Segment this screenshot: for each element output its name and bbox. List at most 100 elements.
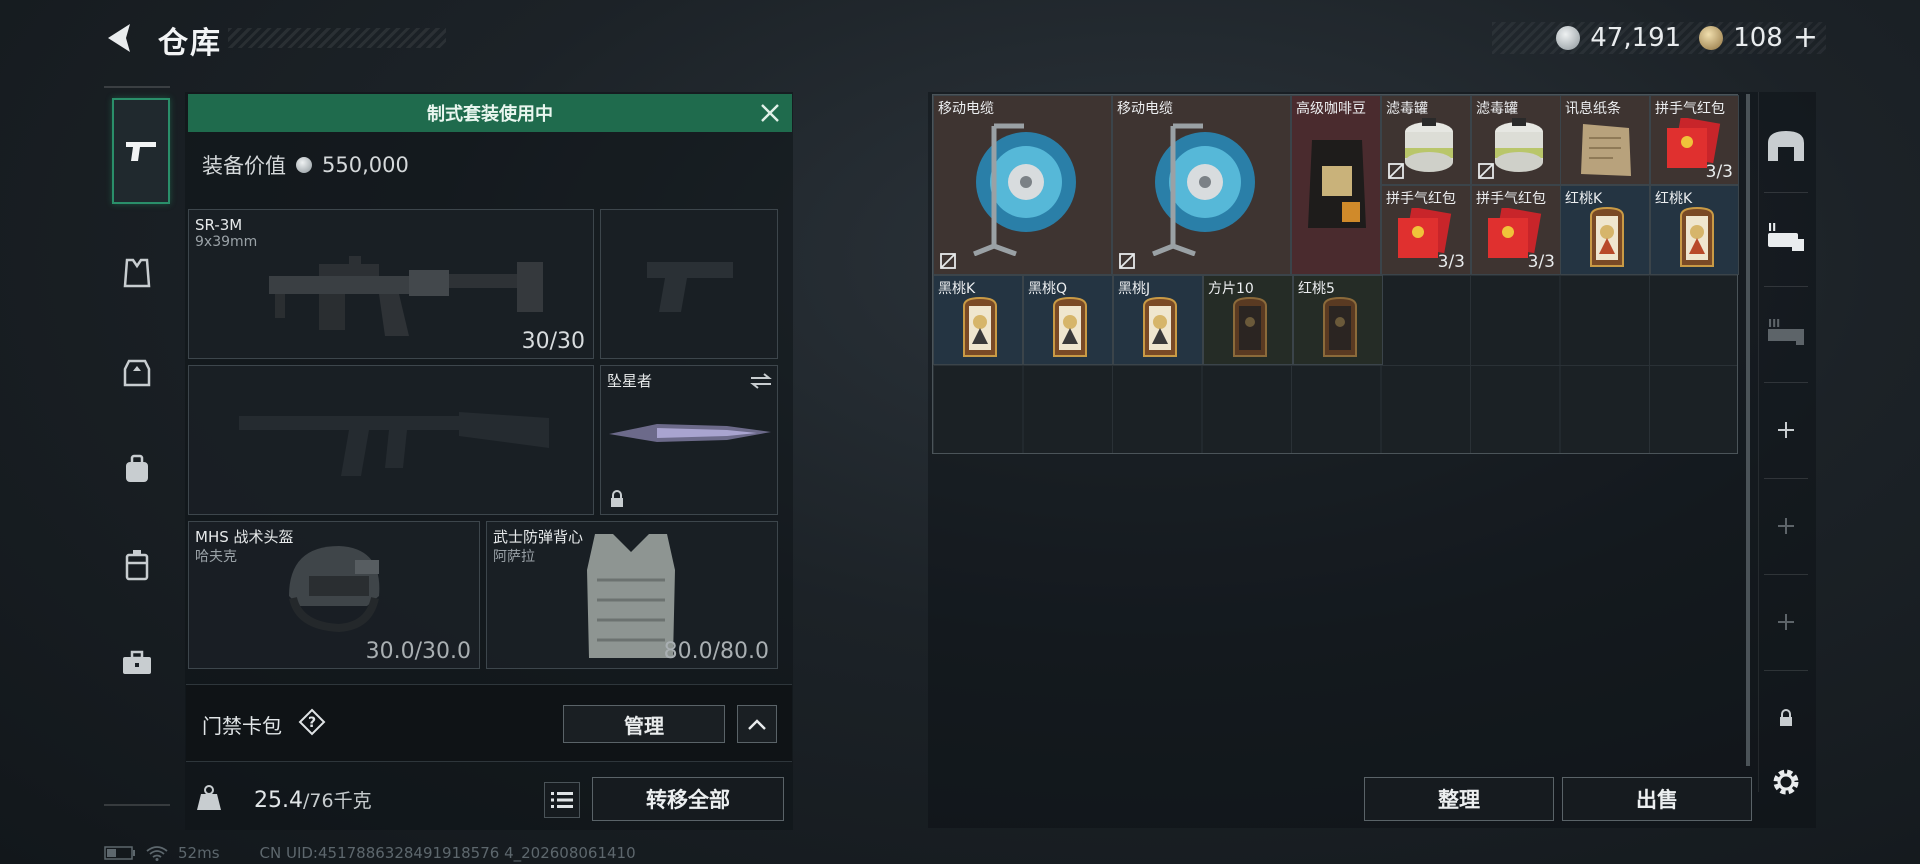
item-name: 黑桃Q: [1028, 281, 1068, 297]
equip-value-label: 装备价值: [202, 154, 286, 178]
vest-icon: [123, 258, 151, 288]
storage-tab-2[interactable]: II: [1762, 212, 1810, 260]
storage-item[interactable]: 黑桃K: [933, 275, 1023, 365]
page-title: 仓库: [158, 26, 222, 61]
pistol-icon: [126, 142, 156, 161]
item-name: 黑桃J: [1118, 281, 1151, 297]
storage-item[interactable]: 拼手气红包 3/3: [1650, 95, 1739, 185]
playing-card-icon: [1053, 296, 1087, 357]
add-storage-tab-2[interactable]: [1762, 502, 1810, 550]
armor-faction: 阿萨拉: [493, 549, 535, 565]
list-icon: [551, 792, 573, 808]
nav-rig[interactable]: [112, 348, 162, 398]
secondary-weapon-slot[interactable]: [188, 365, 594, 515]
weight-max: /76千克: [302, 790, 372, 812]
storage-scrollbar[interactable]: [1746, 94, 1750, 766]
tab-separator: [1764, 478, 1808, 479]
nav-weapons[interactable]: [112, 98, 170, 204]
helmet-faction: 哈夫克: [195, 549, 237, 565]
collapse-button[interactable]: [737, 705, 777, 743]
playing-card-icon: [1323, 296, 1357, 357]
sidearm-slot[interactable]: [600, 209, 778, 359]
battery-icon: [104, 846, 135, 860]
melee-slot[interactable]: 坠星者: [600, 365, 778, 515]
help-glyph: ?: [308, 715, 316, 731]
tab-separator: [1764, 192, 1808, 193]
currency-bar: 47,191 108 +: [1492, 22, 1826, 54]
gold-token-value: 108: [1733, 23, 1783, 53]
back-button[interactable]: [100, 18, 140, 58]
weight-current: 25.4: [254, 788, 303, 813]
item-name: 拼手气红包: [1476, 191, 1546, 207]
storage-item[interactable]: 方片10: [1203, 275, 1293, 365]
storage-item[interactable]: 红桃K: [1560, 185, 1650, 275]
item-name: 移动电缆: [1117, 101, 1173, 117]
help-button[interactable]: ?: [298, 708, 326, 736]
nav-armor[interactable]: [112, 248, 162, 298]
no-transfer-icon: [1478, 163, 1494, 179]
storage-tab-main[interactable]: [1762, 122, 1810, 170]
storage-item[interactable]: 红桃K: [1650, 185, 1739, 275]
no-transfer-icon: [1388, 163, 1404, 179]
item-count: 3/3: [1705, 162, 1733, 182]
equip-value-amount: 550,000: [322, 153, 409, 177]
storage-item[interactable]: 黑桃J: [1113, 275, 1203, 365]
storage-item[interactable]: 滤毒罐: [1381, 95, 1471, 185]
storage-item[interactable]: 红桃5: [1293, 275, 1383, 365]
backpack-icon: [126, 454, 148, 482]
no-transfer-icon: [940, 253, 956, 269]
sort-button[interactable]: 整理: [1364, 777, 1554, 821]
ping-value: 52ms: [178, 844, 220, 862]
item-name: 黑桃K: [938, 281, 976, 297]
playing-card-icon: [1143, 296, 1177, 357]
briefcase-icon: [123, 650, 151, 674]
weight-icon: [196, 784, 222, 812]
plus-icon: [1778, 614, 1794, 630]
gear-icon: [1773, 769, 1799, 795]
storage-item[interactable]: 高级咖啡豆: [1291, 95, 1381, 275]
locked-tab[interactable]: [1762, 694, 1810, 742]
add-storage-tab-1[interactable]: [1762, 406, 1810, 454]
armor-durability: 80.0/80.0: [663, 639, 769, 664]
transfer-all-button[interactable]: 转移全部: [592, 777, 784, 821]
close-banner-button[interactable]: [756, 99, 784, 127]
storage-item[interactable]: 移动电缆: [933, 95, 1112, 275]
nav-case[interactable]: [112, 638, 162, 688]
storage-item[interactable]: 移动电缆: [1112, 95, 1291, 275]
plus-icon: [1778, 518, 1794, 534]
nav-backpack[interactable]: [112, 444, 162, 494]
armor-slot[interactable]: 武士防弹背心 阿萨拉 80.0/80.0: [486, 521, 778, 669]
storage-item[interactable]: 讯息纸条: [1560, 95, 1650, 185]
helmet-slot[interactable]: MHS 战术头盔 哈夫克 30.0/30.0: [188, 521, 480, 669]
swap-icon[interactable]: [749, 372, 773, 390]
item-name: 方片10: [1208, 281, 1254, 297]
silver-coin-icon: [1556, 26, 1581, 50]
plus-icon: [1778, 422, 1794, 438]
item-count: 3/3: [1437, 252, 1465, 272]
settings-button[interactable]: [1762, 758, 1810, 806]
pouch-icon: [125, 550, 149, 581]
nav-pouch[interactable]: [112, 540, 162, 590]
question-icon: ?: [298, 708, 326, 736]
svg-text:III: III: [1768, 317, 1780, 330]
coffee-bag-icon: [1308, 140, 1366, 228]
tab-2-icon: II: [1768, 221, 1804, 251]
sell-button[interactable]: 出售: [1562, 777, 1752, 821]
tab-separator: [1764, 574, 1808, 575]
knife-icon: [609, 424, 771, 442]
primary-weapon-slot[interactable]: SR-3M 9x39mm 30/30: [188, 209, 594, 359]
item-name: 红桃K: [1655, 191, 1693, 207]
add-storage-tab-3[interactable]: [1762, 598, 1810, 646]
storage-item[interactable]: 拼手气红包 3/3: [1381, 185, 1471, 275]
storage-item[interactable]: 滤毒罐: [1471, 95, 1561, 185]
storage-item[interactable]: 黑桃Q: [1023, 275, 1113, 365]
storage-tab-3[interactable]: III: [1762, 308, 1810, 356]
silver-coin-value: 47,191: [1590, 23, 1682, 53]
manage-button[interactable]: 管理: [563, 705, 725, 743]
tab-separator: [1764, 286, 1808, 287]
add-currency-button[interactable]: +: [1793, 23, 1818, 53]
cable-reel-icon: [973, 123, 1076, 256]
list-view-button[interactable]: [544, 782, 580, 818]
storage-item[interactable]: 拼手气红包 3/3: [1471, 185, 1561, 275]
item-name: 红桃K: [1565, 191, 1603, 207]
